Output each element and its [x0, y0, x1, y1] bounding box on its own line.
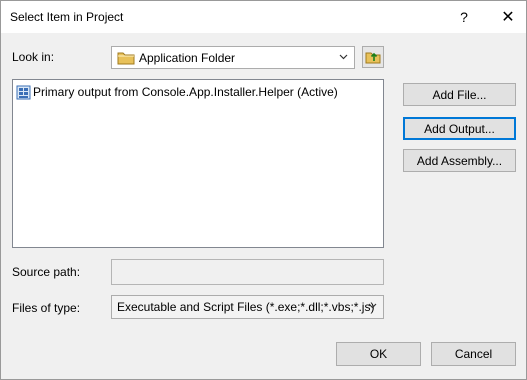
look-in-dropdown[interactable]: Application Folder: [111, 46, 355, 69]
look-in-label: Look in:: [12, 50, 55, 64]
files-of-type-value: Executable and Script Files (*.exe;*.dll…: [117, 300, 375, 314]
files-of-type-dropdown[interactable]: Executable and Script Files (*.exe;*.dll…: [111, 295, 384, 319]
chevron-down-icon: [368, 303, 377, 309]
help-button[interactable]: ?: [447, 1, 481, 33]
folder-up-icon: [365, 52, 381, 64]
files-of-type-label: Files of type:: [12, 301, 81, 315]
list-item[interactable]: Primary output from Console.App.Installe…: [16, 83, 338, 101]
look-in-value: Application Folder: [139, 50, 236, 65]
ok-button[interactable]: OK: [336, 342, 421, 366]
project-output-icon: [16, 85, 31, 99]
help-icon: ?: [460, 9, 468, 25]
folder-up-button[interactable]: [362, 46, 384, 68]
close-icon: ✕: [501, 9, 515, 26]
folder-icon: [117, 52, 135, 64]
close-button[interactable]: ✕: [491, 1, 525, 33]
dialog-title: Select Item in Project: [10, 10, 124, 24]
add-output-button[interactable]: Add Output...: [403, 117, 516, 140]
title-bar: Select Item in Project ? ✕: [1, 1, 526, 33]
add-file-button[interactable]: Add File...: [403, 83, 516, 106]
add-assembly-button[interactable]: Add Assembly...: [403, 149, 516, 172]
cancel-button[interactable]: Cancel: [431, 342, 516, 366]
source-path-field[interactable]: [111, 259, 384, 285]
select-item-dialog: Select Item in Project ? ✕ Look in: Appl…: [0, 0, 527, 380]
list-item-label: Primary output from Console.App.Installe…: [33, 85, 338, 99]
source-path-label: Source path:: [12, 265, 81, 279]
project-items-list[interactable]: Primary output from Console.App.Installe…: [12, 79, 384, 248]
chevron-down-icon: [339, 54, 348, 59]
